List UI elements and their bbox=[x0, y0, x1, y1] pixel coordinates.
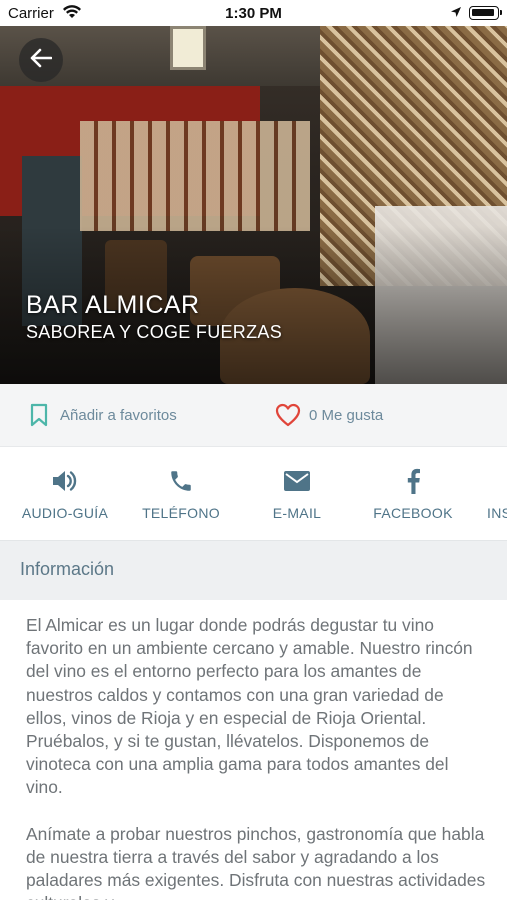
arrow-left-icon bbox=[30, 48, 53, 73]
instagram-button[interactable]: INS bbox=[474, 467, 507, 521]
phone-label: TELÉFONO bbox=[142, 505, 220, 521]
back-button[interactable] bbox=[19, 38, 63, 82]
place-subtitle: SABOREA Y COGE FUERZAS bbox=[26, 322, 283, 342]
hero-lamp bbox=[170, 26, 206, 70]
phone-button[interactable]: TELÉFONO bbox=[126, 467, 236, 521]
clock: 1:30 PM bbox=[225, 5, 282, 22]
contact-options: AUDIO-GUÍA TELÉFONO E-MAIL FACEBOOK INS bbox=[0, 446, 507, 540]
add-favorite-label: Añadir a favoritos bbox=[60, 406, 177, 424]
instagram-icon bbox=[487, 467, 507, 495]
speaker-icon bbox=[10, 467, 120, 495]
place-title: BAR ALMICAR bbox=[26, 291, 200, 319]
audio-guide-label: AUDIO-GUÍA bbox=[21, 505, 109, 521]
email-label: E-MAIL bbox=[272, 505, 322, 521]
audio-guide-button[interactable]: AUDIO-GUÍA bbox=[10, 467, 120, 521]
info-section-title: Información bbox=[20, 559, 115, 579]
description-paragraph: El Almicar es un lugar donde podrás degu… bbox=[26, 615, 473, 798]
facebook-button[interactable]: FACEBOOK bbox=[358, 467, 468, 521]
email-button[interactable]: E-MAIL bbox=[242, 467, 352, 521]
bookmark-icon bbox=[30, 403, 48, 427]
hero-wine-shelf bbox=[80, 121, 310, 231]
hero-image: BAR ALMICAR SABOREA Y COGE FUERZAS bbox=[0, 26, 507, 384]
facebook-label: FACEBOOK bbox=[373, 505, 453, 521]
add-favorite-button[interactable]: Añadir a favoritos bbox=[30, 403, 177, 427]
place-description: El Almicar es un lugar donde podrás degu… bbox=[26, 614, 486, 900]
like-count-label: 0 Me gusta bbox=[309, 406, 384, 424]
instagram-label: INS bbox=[487, 505, 507, 521]
heart-icon bbox=[275, 403, 301, 427]
location-arrow-icon bbox=[450, 5, 462, 22]
actions-bar: Añadir a favoritos 0 Me gusta bbox=[0, 384, 507, 446]
info-section-header: Información bbox=[0, 540, 507, 600]
mail-icon bbox=[242, 467, 352, 495]
like-button[interactable]: 0 Me gusta bbox=[275, 403, 383, 427]
battery-icon bbox=[469, 6, 502, 20]
status-bar: Carrier 1:30 PM bbox=[0, 0, 507, 26]
phone-icon bbox=[126, 467, 236, 495]
facebook-icon bbox=[358, 467, 468, 495]
description-paragraph: Anímate a probar nuestros pinchos, gastr… bbox=[26, 823, 486, 900]
